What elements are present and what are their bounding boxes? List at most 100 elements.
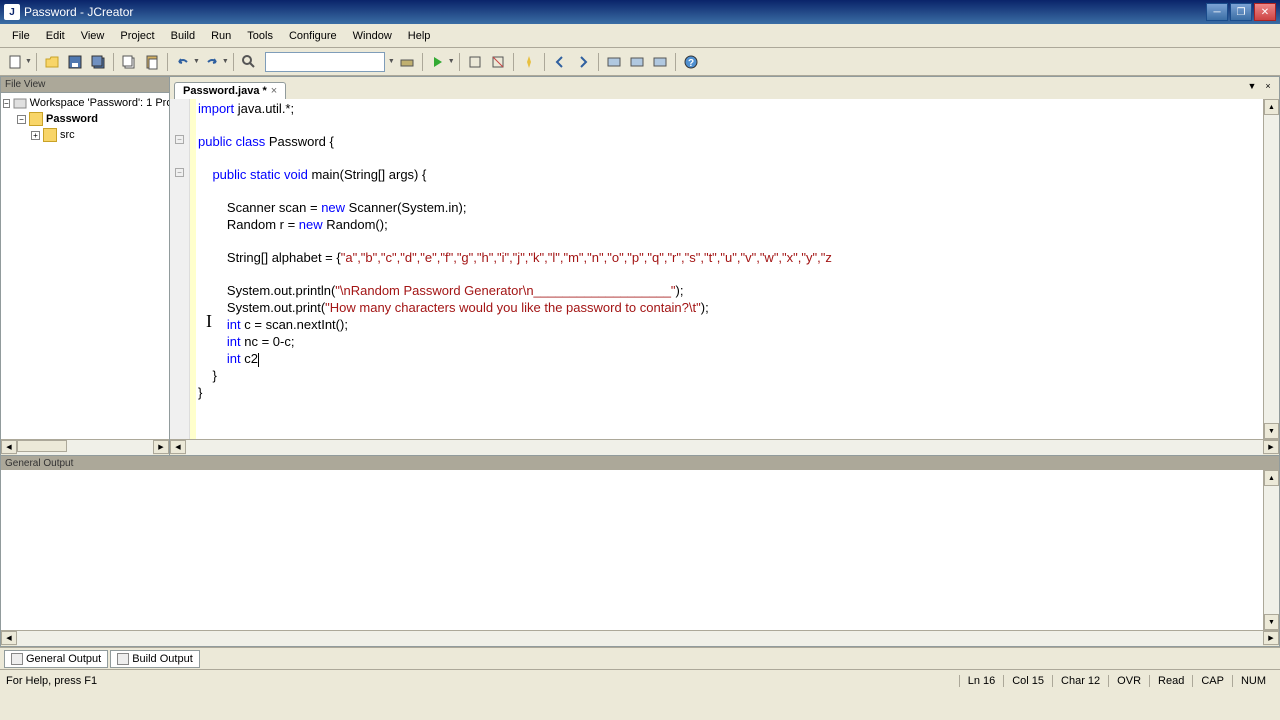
help-button[interactable]: ? — [680, 51, 702, 73]
scroll-left-icon[interactable]: ◀ — [1, 440, 17, 454]
collapse-icon[interactable]: − — [3, 99, 10, 108]
vscroll-track[interactable] — [1264, 115, 1279, 423]
tab-general-output[interactable]: General Output — [4, 650, 108, 668]
run-dropdown-icon[interactable]: ▼ — [448, 58, 455, 65]
tool1-button[interactable] — [603, 51, 625, 73]
config-combo[interactable] — [265, 52, 385, 72]
scroll-thumb[interactable] — [17, 440, 67, 452]
scroll-left-icon[interactable]: ◀ — [1, 631, 17, 645]
compile-button[interactable] — [396, 51, 418, 73]
output-content[interactable] — [1, 470, 1263, 630]
nav-forward-button[interactable] — [572, 51, 594, 73]
breakpoint-button[interactable] — [518, 51, 540, 73]
folder-icon — [43, 128, 57, 142]
statusbar: For Help, press F1 Ln 16 Col 15 Char 12 … — [0, 669, 1280, 691]
tab-dropdown-icon[interactable]: ▼ — [1245, 79, 1259, 93]
expand-icon[interactable]: + — [31, 131, 40, 140]
scroll-track[interactable] — [17, 440, 153, 455]
tree-project[interactable]: − Password — [3, 111, 167, 127]
tab-password-java[interactable]: Password.java * × — [174, 82, 286, 99]
menu-run[interactable]: Run — [203, 27, 239, 45]
tab-close-all-icon[interactable]: × — [1261, 79, 1275, 93]
editor-tabs: Password.java * × ▼ × — [170, 77, 1279, 99]
open-button[interactable] — [41, 51, 63, 73]
scroll-up-icon[interactable]: ▲ — [1264, 99, 1279, 115]
output-icon — [11, 653, 23, 665]
nav-back-button[interactable] — [549, 51, 571, 73]
redo-button[interactable] — [201, 51, 223, 73]
fold-icon[interactable]: − — [175, 168, 184, 177]
separator — [167, 53, 168, 71]
tool2-button[interactable] — [626, 51, 648, 73]
scroll-right-icon[interactable]: ▶ — [1263, 631, 1279, 645]
code-content[interactable]: import java.util.*; public class Passwor… — [196, 99, 1263, 439]
undo-button[interactable] — [172, 51, 194, 73]
menu-view[interactable]: View — [73, 27, 113, 45]
tab-controls: ▼ × — [1245, 79, 1275, 93]
output-title: General Output — [1, 456, 1279, 470]
undo-dropdown-icon[interactable]: ▼ — [193, 58, 200, 65]
fold-gutter[interactable]: − − — [170, 99, 190, 439]
copy-button[interactable] — [118, 51, 140, 73]
project-tree[interactable]: − Workspace 'Password': 1 Pro − Password… — [1, 93, 169, 439]
editor-hscroll[interactable]: ◀ ▶ — [170, 439, 1279, 455]
scroll-left-icon[interactable]: ◀ — [170, 440, 186, 454]
minimize-button[interactable]: ─ — [1206, 3, 1228, 21]
svg-text:?: ? — [688, 58, 694, 69]
menu-help[interactable]: Help — [400, 27, 439, 45]
hscroll-track[interactable] — [17, 631, 1263, 646]
tab-build-output[interactable]: Build Output — [110, 650, 200, 668]
tab-close-icon[interactable]: × — [271, 85, 277, 97]
stop-debug-button[interactable] — [487, 51, 509, 73]
output-icon — [117, 653, 129, 665]
app-icon: J — [4, 4, 20, 20]
scroll-right-icon[interactable]: ▶ — [1263, 440, 1279, 454]
menu-window[interactable]: Window — [345, 27, 400, 45]
separator — [513, 53, 514, 71]
scroll-down-icon[interactable]: ▼ — [1264, 614, 1279, 630]
scroll-up-icon[interactable]: ▲ — [1264, 470, 1279, 486]
menu-file[interactable]: File — [4, 27, 38, 45]
status-char: Char 12 — [1052, 675, 1108, 687]
output-hscroll[interactable]: ◀ ▶ — [1, 630, 1279, 646]
scroll-down-icon[interactable]: ▼ — [1264, 423, 1279, 439]
debug-button[interactable] — [464, 51, 486, 73]
editor-vscroll[interactable]: ▲ ▼ — [1263, 99, 1279, 439]
hscroll-track[interactable] — [186, 440, 1263, 455]
menu-build[interactable]: Build — [163, 27, 203, 45]
workspace-icon — [13, 96, 27, 110]
project-label: Password — [46, 113, 98, 125]
find-button[interactable] — [238, 51, 260, 73]
menu-project[interactable]: Project — [112, 27, 162, 45]
run-button[interactable] — [427, 51, 449, 73]
status-ovr: OVR — [1108, 675, 1149, 687]
combo-dropdown-icon[interactable]: ▼ — [388, 58, 395, 65]
redo-dropdown-icon[interactable]: ▼ — [222, 58, 229, 65]
output-tabs: General Output Build Output — [0, 647, 1280, 669]
save-button[interactable] — [64, 51, 86, 73]
tree-workspace[interactable]: − Workspace 'Password': 1 Pro — [3, 95, 167, 111]
save-all-button[interactable] — [87, 51, 109, 73]
close-button[interactable]: ✕ — [1254, 3, 1276, 21]
separator — [675, 53, 676, 71]
menu-tools[interactable]: Tools — [239, 27, 281, 45]
main-area: File View − Workspace 'Password': 1 Pro … — [0, 76, 1280, 456]
new-button[interactable] — [4, 51, 26, 73]
maximize-button[interactable]: ❐ — [1230, 3, 1252, 21]
scroll-right-icon[interactable]: ▶ — [153, 440, 169, 454]
code-editor[interactable]: − − import java.util.*; public class Pas… — [170, 99, 1279, 439]
fold-icon[interactable]: − — [175, 135, 184, 144]
workspace-label: Workspace 'Password': 1 Pro — [30, 97, 169, 109]
status-col: Col 15 — [1003, 675, 1052, 687]
output-vscroll[interactable]: ▲ ▼ — [1263, 470, 1279, 630]
sidebar-hscroll[interactable]: ◀ ▶ — [1, 439, 169, 455]
collapse-icon[interactable]: − — [17, 115, 26, 124]
menu-configure[interactable]: Configure — [281, 27, 345, 45]
new-dropdown-icon[interactable]: ▼ — [25, 58, 32, 65]
vscroll-track[interactable] — [1264, 486, 1279, 614]
tool3-button[interactable] — [649, 51, 671, 73]
menu-edit[interactable]: Edit — [38, 27, 73, 45]
file-view-panel: File View − Workspace 'Password': 1 Pro … — [0, 76, 170, 456]
tree-src[interactable]: + src — [3, 127, 167, 143]
paste-button[interactable] — [141, 51, 163, 73]
